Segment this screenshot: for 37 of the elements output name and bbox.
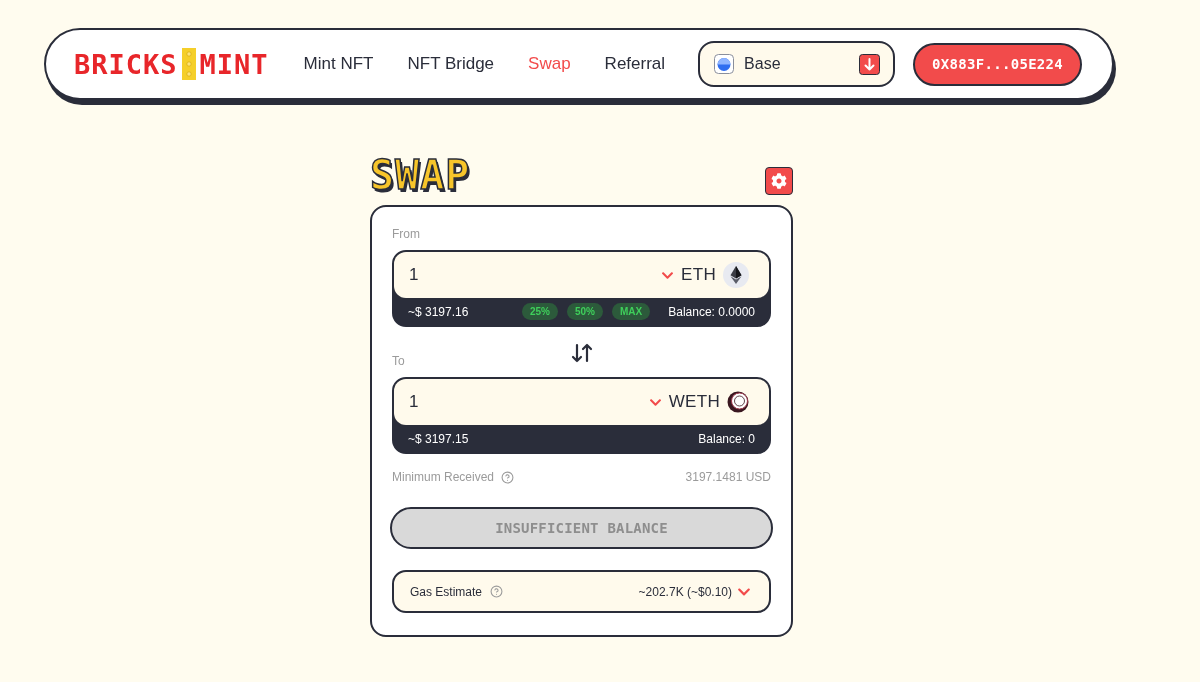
page-title: SWAP xyxy=(370,155,471,195)
info-label: Minimum Received xyxy=(392,470,495,484)
swap-arrows-icon[interactable] xyxy=(569,342,594,364)
nav-link[interactable]: Referral xyxy=(604,54,666,74)
round-logo-icon xyxy=(714,54,735,74)
wallet-button[interactable]: 0X883F...05E224 xyxy=(913,42,1083,86)
usd-value: ~$ 3197.15 xyxy=(408,431,469,446)
coin-icon xyxy=(727,391,749,413)
balance-text: Balance: 0.0000 xyxy=(668,304,755,319)
brick-icon xyxy=(181,48,196,80)
nav-link[interactable]: Mint NFT xyxy=(303,54,374,74)
nav-link[interactable]: Swap xyxy=(528,54,571,74)
logo-text: BRICKS xyxy=(74,50,178,78)
token-select-button[interactable]: WETH xyxy=(648,391,749,413)
nav-link[interactable]: NFT Bridge xyxy=(407,54,495,74)
network-select[interactable]: Base xyxy=(698,41,896,87)
amount-field[interactable]: 1 ETH xyxy=(394,252,769,298)
balance-text: Balance: 0 xyxy=(698,431,755,446)
logo-text: MINT xyxy=(199,50,269,78)
ethereum-icon xyxy=(723,262,749,288)
percent-button[interactable]: 50% xyxy=(567,303,603,320)
percent-button[interactable]: MAX xyxy=(612,303,651,320)
arrow-down-icon xyxy=(859,53,881,75)
help-icon[interactable] xyxy=(490,585,504,598)
gas-label: Gas Estimate xyxy=(410,584,483,599)
usd-value: ~$ 3197.16 xyxy=(408,304,469,319)
amount-field[interactable]: 1 WETH xyxy=(394,379,769,425)
settings-button[interactable] xyxy=(765,167,793,195)
info-value: 3197.1481 USD xyxy=(685,470,771,484)
field-label: From xyxy=(392,227,420,241)
gas-estimate-panel[interactable]: Gas Estimate ~202.7K (~$0.10) xyxy=(392,570,771,613)
field-label: To xyxy=(392,354,405,368)
token-select-button[interactable]: ETH xyxy=(661,262,749,288)
gear-icon xyxy=(771,173,787,189)
percent-button[interactable]: 25% xyxy=(522,303,558,320)
gas-value: ~202.7K (~$0.10) xyxy=(638,584,732,599)
help-icon[interactable] xyxy=(501,470,515,484)
